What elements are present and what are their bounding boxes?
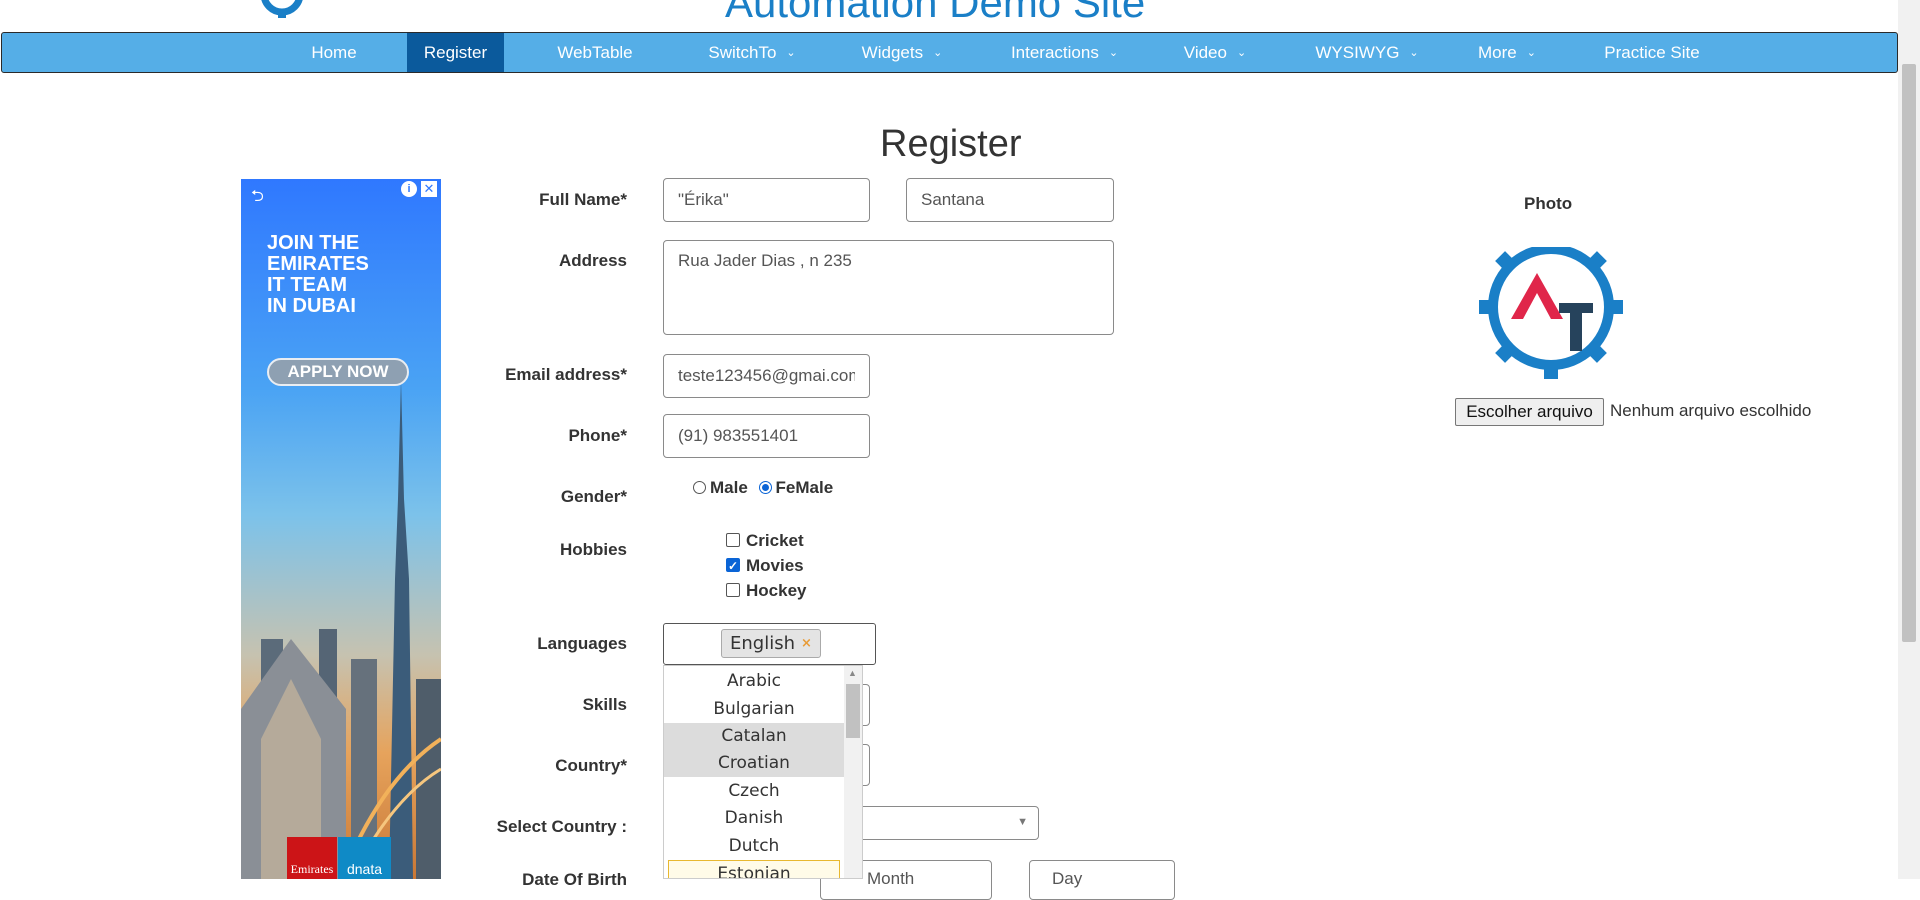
hobby-item: Movies	[726, 553, 806, 579]
nav-wysiwyg[interactable]: WYSIWYG ⌄	[1297, 33, 1437, 72]
ad-back-icon[interactable]: ⮌	[251, 185, 264, 212]
emirates-logo: Emirates	[287, 837, 337, 879]
city-skyline-image	[241, 379, 441, 879]
gender-male-radio[interactable]	[693, 481, 706, 494]
nav-practice-site[interactable]: Practice Site	[1587, 33, 1717, 72]
languages-multiselect[interactable]: English ×	[663, 623, 876, 665]
chevron-down-icon: ⌄	[786, 47, 796, 60]
automation-testing-logo-icon	[1479, 232, 1623, 379]
address-textarea[interactable]: Rua Jader Dias , n 235	[663, 240, 1114, 335]
photo-label: Photo	[1524, 194, 1573, 213]
chevron-down-icon: ⌄	[933, 47, 943, 60]
gender-male-label: Male	[710, 478, 748, 497]
dropdown-scrollbar[interactable]: ▲	[844, 666, 862, 878]
page-scroll-thumb[interactable]	[1902, 64, 1916, 642]
nav-more[interactable]: More ⌄	[1462, 33, 1552, 72]
language-option[interactable]: Croatian	[664, 750, 844, 777]
hobby-item: Hockey	[726, 578, 806, 603]
page-title: Register	[880, 123, 1022, 165]
language-option[interactable]: Danish	[664, 805, 844, 832]
languages-dropdown-list: Arabic Bulgarian Catalan Croatian Czech …	[663, 665, 863, 879]
gender-female-label: FeMale	[775, 478, 834, 497]
site-logo-icon	[261, 0, 303, 18]
language-tag-english: English ×	[721, 629, 821, 658]
nav-interactions[interactable]: Interactions ⌄	[997, 33, 1132, 72]
site-title: Automation Demo Site	[725, 0, 1146, 26]
gender-options: Male FeMale	[693, 478, 833, 498]
chevron-down-icon: ⌄	[1236, 47, 1247, 60]
languages-label: Languages	[537, 634, 627, 653]
gender-label: Gender*	[560, 487, 627, 506]
nav-video[interactable]: Video ⌄	[1170, 33, 1260, 72]
last-name-input[interactable]	[906, 178, 1114, 222]
gender-female-radio[interactable]	[758, 481, 772, 494]
nav-webtable[interactable]: WebTable	[540, 33, 650, 72]
remove-tag-icon[interactable]: ×	[801, 636, 812, 651]
chevron-down-icon: ▼	[1017, 816, 1028, 828]
language-option[interactable]: Bulgarian	[664, 696, 844, 723]
chevron-down-icon: ⌄	[1409, 47, 1419, 60]
nav-register[interactable]: Register	[407, 33, 504, 72]
email-label: Email address*	[505, 365, 627, 384]
skills-label: Skills	[582, 695, 627, 714]
chevron-down-icon: ⌄	[1108, 47, 1119, 60]
first-name-input[interactable]	[663, 178, 870, 222]
chevron-down-icon: ⌄	[1526, 47, 1536, 60]
file-status-text: Nenhum arquivo escolhido	[1610, 401, 1812, 420]
dnata-logo: dnata	[338, 837, 391, 879]
ad-headline: JOIN THE EMIRATES IT TEAM IN DUBAI	[267, 232, 369, 317]
nav-switchto[interactable]: SwitchTo ⌄	[692, 33, 812, 72]
hobby-cricket-checkbox[interactable]	[726, 533, 740, 547]
language-option[interactable]: Catalan	[664, 723, 844, 750]
hobbies-label: Hobbies	[559, 540, 627, 559]
hobbies-list: Cricket Movies Hockey	[726, 528, 806, 603]
nav-widgets[interactable]: Widgets ⌄	[847, 33, 957, 72]
full-name-label: Full Name*	[539, 190, 627, 209]
country-label: Country*	[555, 756, 627, 775]
language-option[interactable]: Arabic	[664, 668, 844, 695]
language-option[interactable]: Estonian	[668, 860, 840, 878]
phone-input[interactable]	[663, 414, 870, 458]
language-option[interactable]: Czech	[664, 778, 844, 805]
phone-label: Phone*	[568, 426, 627, 445]
dropdown-scroll-thumb[interactable]	[846, 684, 860, 738]
main-navbar: Home Register WebTable SwitchTo ⌄ Widgets…	[1, 32, 1898, 73]
nav-home[interactable]: Home	[294, 33, 374, 72]
address-label: Address	[558, 251, 627, 270]
dob-day-select[interactable]: Day	[1029, 860, 1175, 900]
email-input[interactable]	[663, 354, 870, 398]
hobby-movies-checkbox[interactable]	[726, 554, 740, 579]
page-scrollbar[interactable]	[1898, 0, 1920, 879]
ad-apply-button[interactable]: APPLY NOW	[267, 358, 409, 386]
language-option[interactable]: Dutch	[664, 833, 844, 860]
choose-file-button[interactable]: Escolher arquivo	[1455, 398, 1604, 426]
ad-info-icon[interactable]: i	[401, 181, 417, 197]
scroll-up-icon[interactable]: ▲	[848, 668, 857, 678]
hobby-item: Cricket	[726, 528, 806, 553]
hobby-hockey-checkbox[interactable]	[726, 583, 740, 597]
advertisement-banner[interactable]: ⮌ i ✕ JOIN THE EMIRATES IT TEAM IN DUBAI…	[241, 179, 441, 879]
dob-label: Date Of Birth	[522, 870, 627, 889]
select-country-label: Select Country :	[496, 817, 627, 836]
